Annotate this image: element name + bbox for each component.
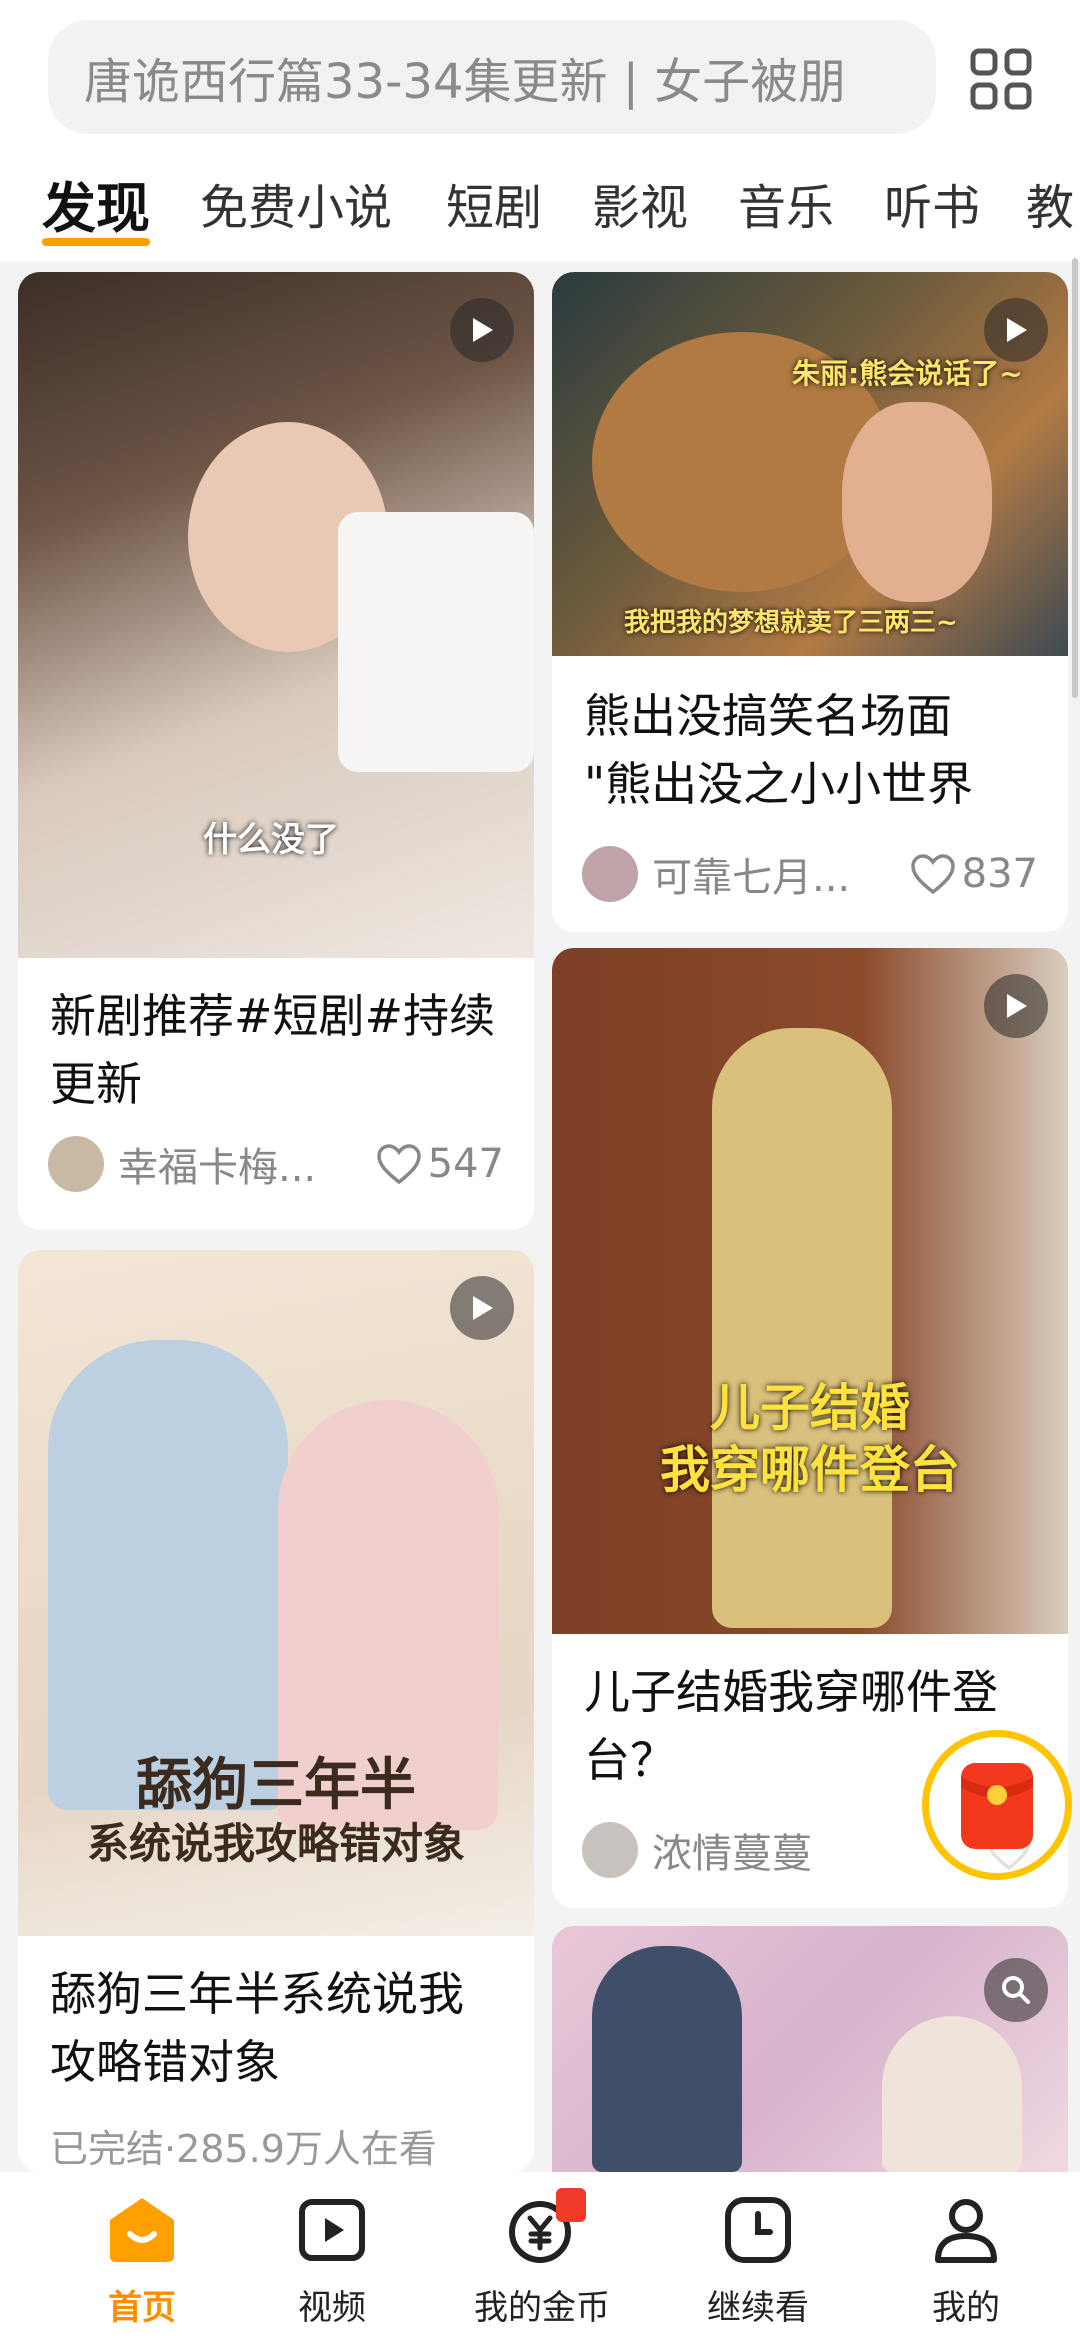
tab-short-drama[interactable]: 短剧 <box>446 168 542 238</box>
card-meta: 幸福卡梅... 547 <box>48 1134 504 1194</box>
nav-continue-watching[interactable]: 继续看 <box>668 2194 848 2329</box>
search-icon[interactable] <box>984 1958 1048 2022</box>
tab-free-novels[interactable]: 免费小说 <box>200 168 392 238</box>
tab-music[interactable]: 音乐 <box>738 168 834 238</box>
scrollbar[interactable] <box>1072 258 1078 698</box>
thumbnail-person-left <box>592 1946 742 2172</box>
thumbnail-person-right <box>882 2016 1022 2172</box>
nav-home[interactable]: 首页 <box>52 2194 232 2329</box>
video-thumbnail: 什么没了 <box>18 272 534 958</box>
card-title: 舔狗三年半系统说我 攻略错对象 <box>50 1967 464 2089</box>
like-count[interactable]: 837 <box>910 851 1038 897</box>
tab-film-tv[interactable]: 影视 <box>592 168 688 238</box>
feed-card[interactable]: 什么没了 新剧推荐#短剧#持续 更新 幸福卡梅... 547 <box>18 272 534 1230</box>
play-icon <box>450 1276 514 1340</box>
subtitle-text: 我把我的梦想就卖了三两三~ <box>624 608 958 638</box>
clock-icon <box>722 2194 794 2266</box>
subtitle-text: 什么没了 <box>203 820 339 860</box>
thumbnail-person <box>712 1028 892 1628</box>
active-tab-indicator <box>42 238 150 246</box>
red-envelope-icon <box>961 1763 1033 1849</box>
grid-menu-icon[interactable] <box>970 48 1032 110</box>
tab-education[interactable]: 教 <box>1026 168 1074 238</box>
header: 唐诡西行篇33-34集更新 | 女子被朋 发现 免费小说 短剧 影视 音乐 听书… <box>0 0 1080 262</box>
feed-card[interactable]: 舔狗三年半 系统说我攻略错对象 舔狗三年半系统说我 攻略错对象 已完结·285.9… <box>18 1250 534 2172</box>
bottom-navigation: 首页 视频 我的金币 继续看 我的 <box>0 2172 1080 2345</box>
card-title: 新剧推荐#短剧#持续 更新 <box>50 989 496 1111</box>
search-input[interactable]: 唐诡西行篇33-34集更新 | 女子被朋 <box>48 20 936 134</box>
feed-card[interactable]: 朱丽:熊会说话了~ 我把我的梦想就卖了三两三~ 熊出没搞笑名场面 "熊出没之小小世… <box>552 272 1068 932</box>
play-icon <box>984 298 1048 362</box>
video-thumbnail <box>552 1926 1068 2172</box>
like-count[interactable]: 547 <box>376 1141 504 1187</box>
nav-video[interactable]: 视频 <box>242 2194 422 2329</box>
play-icon <box>450 298 514 362</box>
overlay-caption: 我穿哪件登台 <box>660 1441 960 1499</box>
card-meta: 可靠七月... 837 <box>582 844 1038 904</box>
poster-subtitle: 系统说我攻略错对象 <box>86 1819 465 1868</box>
card-title: 熊出没搞笑名场面 "熊出没之小小世界 <box>584 689 974 811</box>
feed-card[interactable] <box>552 1926 1068 2172</box>
avatar[interactable] <box>582 1822 638 1878</box>
viewer-status: 已完结·285.9万人在看 <box>50 2127 437 2171</box>
tab-audiobooks[interactable]: 听书 <box>884 168 980 238</box>
thumbnail-character <box>842 402 992 602</box>
avatar[interactable] <box>582 846 638 902</box>
author-name[interactable]: 可靠七月... <box>652 845 910 903</box>
nav-profile[interactable]: 我的 <box>876 2194 1056 2329</box>
poster-thumbnail: 舔狗三年半 系统说我攻略错对象 <box>18 1250 534 1936</box>
heart-icon <box>910 854 955 895</box>
coin-icon <box>506 2188 586 2266</box>
avatar[interactable] <box>48 1136 104 1192</box>
red-envelope-badge <box>556 2188 586 2222</box>
category-tabs: 发现 免费小说 短剧 影视 音乐 听书 教 <box>0 160 1080 250</box>
red-packet-button[interactable] <box>922 1730 1072 1880</box>
play-icon <box>984 974 1048 1038</box>
video-thumbnail: 儿子结婚 我穿哪件登台 <box>552 948 1068 1634</box>
poster-title: 舔狗三年半 <box>136 1752 416 1818</box>
thumbnail-pillow <box>338 512 534 772</box>
nav-coins[interactable]: 我的金币 <box>452 2188 632 2329</box>
home-icon <box>106 2194 178 2266</box>
profile-icon <box>930 2194 1002 2266</box>
heart-icon <box>376 1144 421 1185</box>
video-icon <box>296 2194 368 2266</box>
subtitle-text: 朱丽:熊会说话了~ <box>792 357 1023 390</box>
tab-discover[interactable]: 发现 <box>42 164 150 243</box>
author-name[interactable]: 幸福卡梅... <box>118 1135 376 1193</box>
